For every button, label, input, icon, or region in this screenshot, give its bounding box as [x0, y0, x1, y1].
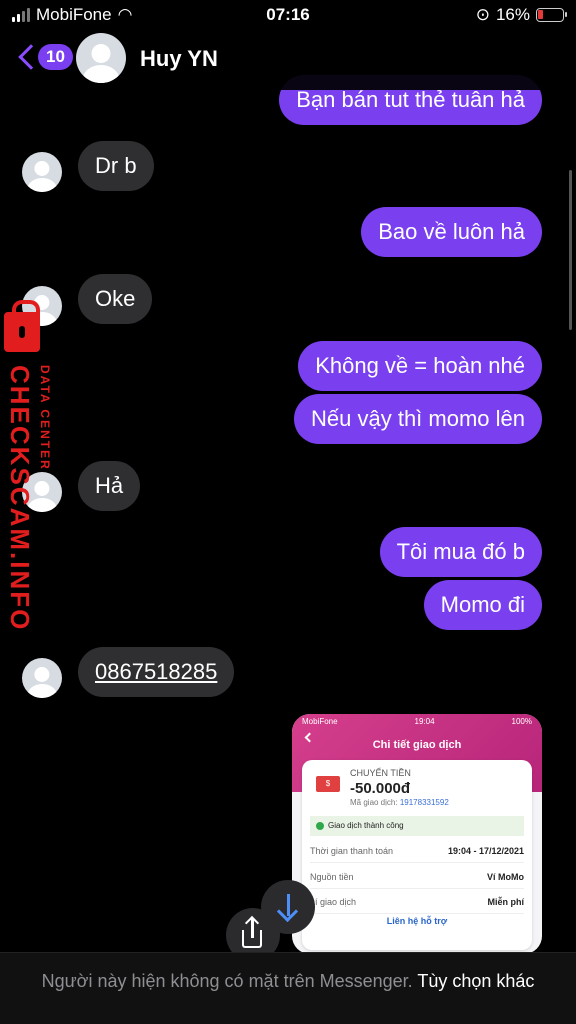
message-outgoing[interactable]: Momo đi	[423, 580, 542, 630]
attachment-status-bar: MobiFone 19:04 100%	[292, 714, 542, 729]
rotation-lock-icon: ⊙	[475, 5, 490, 24]
attachment-title: Chi tiết giao dịch	[372, 739, 462, 751]
detail-row: Thời gian thanh toán 19:04 - 17/12/2021	[310, 846, 524, 863]
status-right: ⊙ 16%	[475, 5, 567, 25]
sender-avatar[interactable]	[22, 152, 62, 192]
arrow-down-icon	[287, 894, 290, 916]
transaction-code: Mã giao dịch: 19178331592	[350, 798, 449, 807]
message-incoming[interactable]: Oke	[78, 274, 153, 324]
lock-icon	[4, 300, 40, 352]
contact-name[interactable]: Huy YN	[140, 46, 218, 72]
phone-number-link[interactable]: 0867518285	[78, 647, 235, 697]
support-link: Liên hệ hỗ trợ	[386, 916, 448, 926]
message-outgoing[interactable]: Bao về luôn hả	[361, 207, 542, 257]
transaction-amount: -50.000đ	[350, 780, 411, 797]
message-incoming[interactable]: Hả	[78, 461, 141, 511]
contact-avatar[interactable]	[76, 33, 126, 83]
transaction-status: Giao dịch thành công	[310, 816, 524, 836]
detail-row: Nguồn tiền Ví MoMo	[310, 872, 524, 889]
attachment-battery: 100%	[511, 717, 532, 726]
attachment-carrier: MobiFone	[302, 717, 338, 726]
back-button[interactable]: 10	[16, 44, 73, 70]
footer-bar: Người này hiện không có mặt trên Messeng…	[0, 952, 576, 1024]
message-outgoing[interactable]: Nếu vậy thì momo lên	[294, 394, 542, 444]
offline-notice: Người này hiện không có mặt trên Messeng…	[41, 971, 413, 991]
watermark-sub: DATA CENTER	[38, 365, 52, 471]
watermark-brand: CHECKSCAM.INFO	[5, 365, 35, 632]
transaction-type: CHUYỂN TIỀN	[350, 768, 411, 778]
message-outgoing[interactable]: Tôi mua đó b	[379, 527, 542, 577]
transaction-card: $ CHUYỂN TIỀN -50.000đ Mã giao dịch: 191…	[302, 760, 532, 950]
detail-row: hí giao dịch Miễn phí	[310, 897, 524, 914]
sender-avatar[interactable]	[22, 658, 62, 698]
battery-icon	[536, 8, 567, 22]
money-transfer-icon: $	[316, 776, 340, 792]
status-bar: MobiFone ◠ 07:16 ⊙ 16%	[0, 0, 576, 30]
message-incoming[interactable]: Dr b	[78, 141, 154, 191]
image-attachment[interactable]: MobiFone 19:04 100% Chi tiết giao dịch $…	[292, 714, 542, 954]
scrollbar[interactable]	[569, 170, 572, 330]
attachment-time: 19:04	[414, 717, 435, 726]
message-outgoing[interactable]: Không về = hoàn nhé	[298, 341, 542, 391]
chat-header: 10 Huy YN	[0, 30, 576, 90]
more-options-link[interactable]: Tùy chọn khác	[417, 971, 534, 991]
battery-percent: 16%	[495, 5, 530, 24]
